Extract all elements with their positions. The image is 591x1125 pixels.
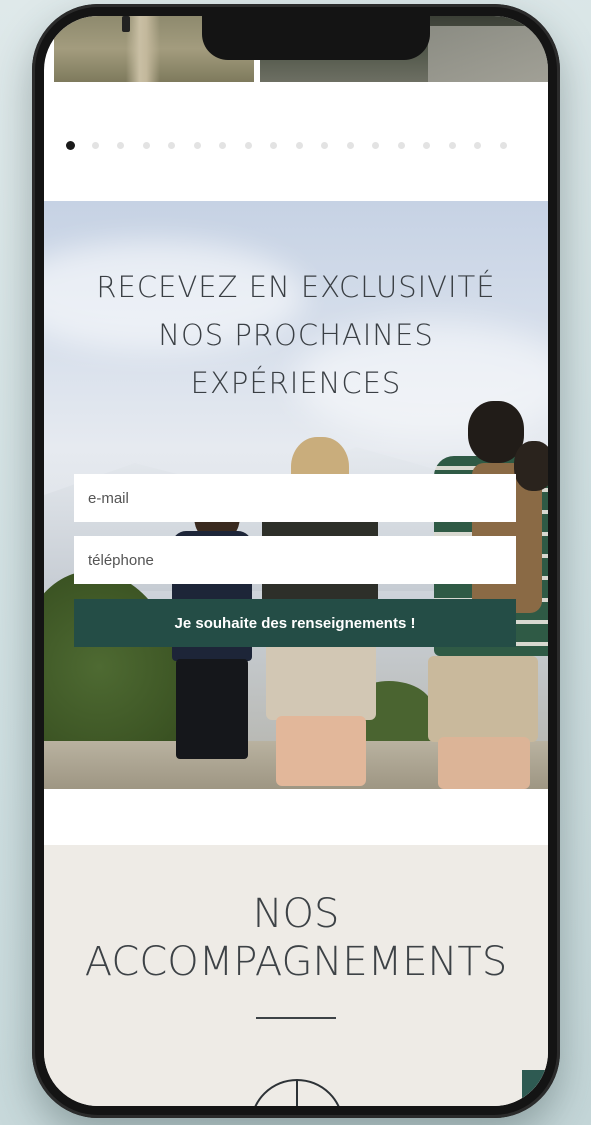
carousel-dot[interactable] xyxy=(219,142,226,149)
phone-field[interactable] xyxy=(74,536,516,584)
carousel-dot[interactable] xyxy=(117,142,124,149)
phone-notch xyxy=(202,16,430,60)
email-field[interactable] xyxy=(74,474,516,522)
newsletter-title-line: RECEVEZ EN EXCLUSIVITÉ xyxy=(96,270,496,304)
carousel-dot[interactable] xyxy=(244,142,252,149)
accompagnements-section: NOS ACCOMPAGNEMENTS xyxy=(44,845,548,1106)
carousel-dot[interactable] xyxy=(448,142,456,149)
hiker-head xyxy=(514,441,548,491)
carousel-dot[interactable] xyxy=(193,142,201,149)
request-info-button[interactable]: Je souhaite des renseignements ! xyxy=(74,599,516,647)
hiker-legs xyxy=(276,716,366,786)
newsletter-hero: RECEVEZ EN EXCLUSIVITÉ NOS PROCHAINES EX… xyxy=(44,201,548,789)
carousel-dot[interactable] xyxy=(321,142,328,149)
newsletter-title: RECEVEZ EN EXCLUSIVITÉ NOS PROCHAINES EX… xyxy=(44,263,548,407)
carousel-dot-active[interactable] xyxy=(66,141,75,150)
carousel-pagination xyxy=(44,140,548,152)
title-divider xyxy=(256,1017,336,1019)
floating-tab-button[interactable] xyxy=(522,1070,548,1106)
carousel-dot[interactable] xyxy=(474,142,481,149)
landscape-ground xyxy=(428,26,548,82)
carousel-dot[interactable] xyxy=(91,142,99,149)
accompagnements-title-line: NOS xyxy=(252,891,340,937)
hiker-shorts xyxy=(428,656,538,742)
carousel-dot[interactable] xyxy=(270,142,277,149)
carousel-dot[interactable] xyxy=(346,142,354,149)
carousel-dot[interactable] xyxy=(397,142,405,149)
hiker-shorts xyxy=(266,636,376,720)
section-spacer xyxy=(44,789,548,845)
hiker-figure xyxy=(122,16,130,32)
phone-screen: RECEVEZ EN EXCLUSIVITÉ NOS PROCHAINES EX… xyxy=(44,16,548,1106)
accompagnements-title-line: ACCOMPAGNEMENTS xyxy=(84,939,508,985)
accompagnements-title: NOS ACCOMPAGNEMENTS xyxy=(44,890,548,986)
carousel-dot[interactable] xyxy=(168,142,175,149)
carousel-dot[interactable] xyxy=(499,142,507,149)
trail-path xyxy=(126,16,160,82)
hiker-legs xyxy=(176,659,248,759)
carousel-dot[interactable] xyxy=(372,142,379,149)
carousel-dot[interactable] xyxy=(423,142,430,149)
phone-frame: RECEVEZ EN EXCLUSIVITÉ NOS PROCHAINES EX… xyxy=(32,4,560,1118)
carousel-dot[interactable] xyxy=(295,142,303,149)
newsletter-title-line: NOS PROCHAINES xyxy=(158,318,434,352)
hiker-legs xyxy=(438,737,530,789)
newsletter-title-line: EXPÉRIENCES xyxy=(190,366,402,400)
carousel-dot[interactable] xyxy=(142,142,150,149)
compass-icon xyxy=(250,1079,344,1106)
